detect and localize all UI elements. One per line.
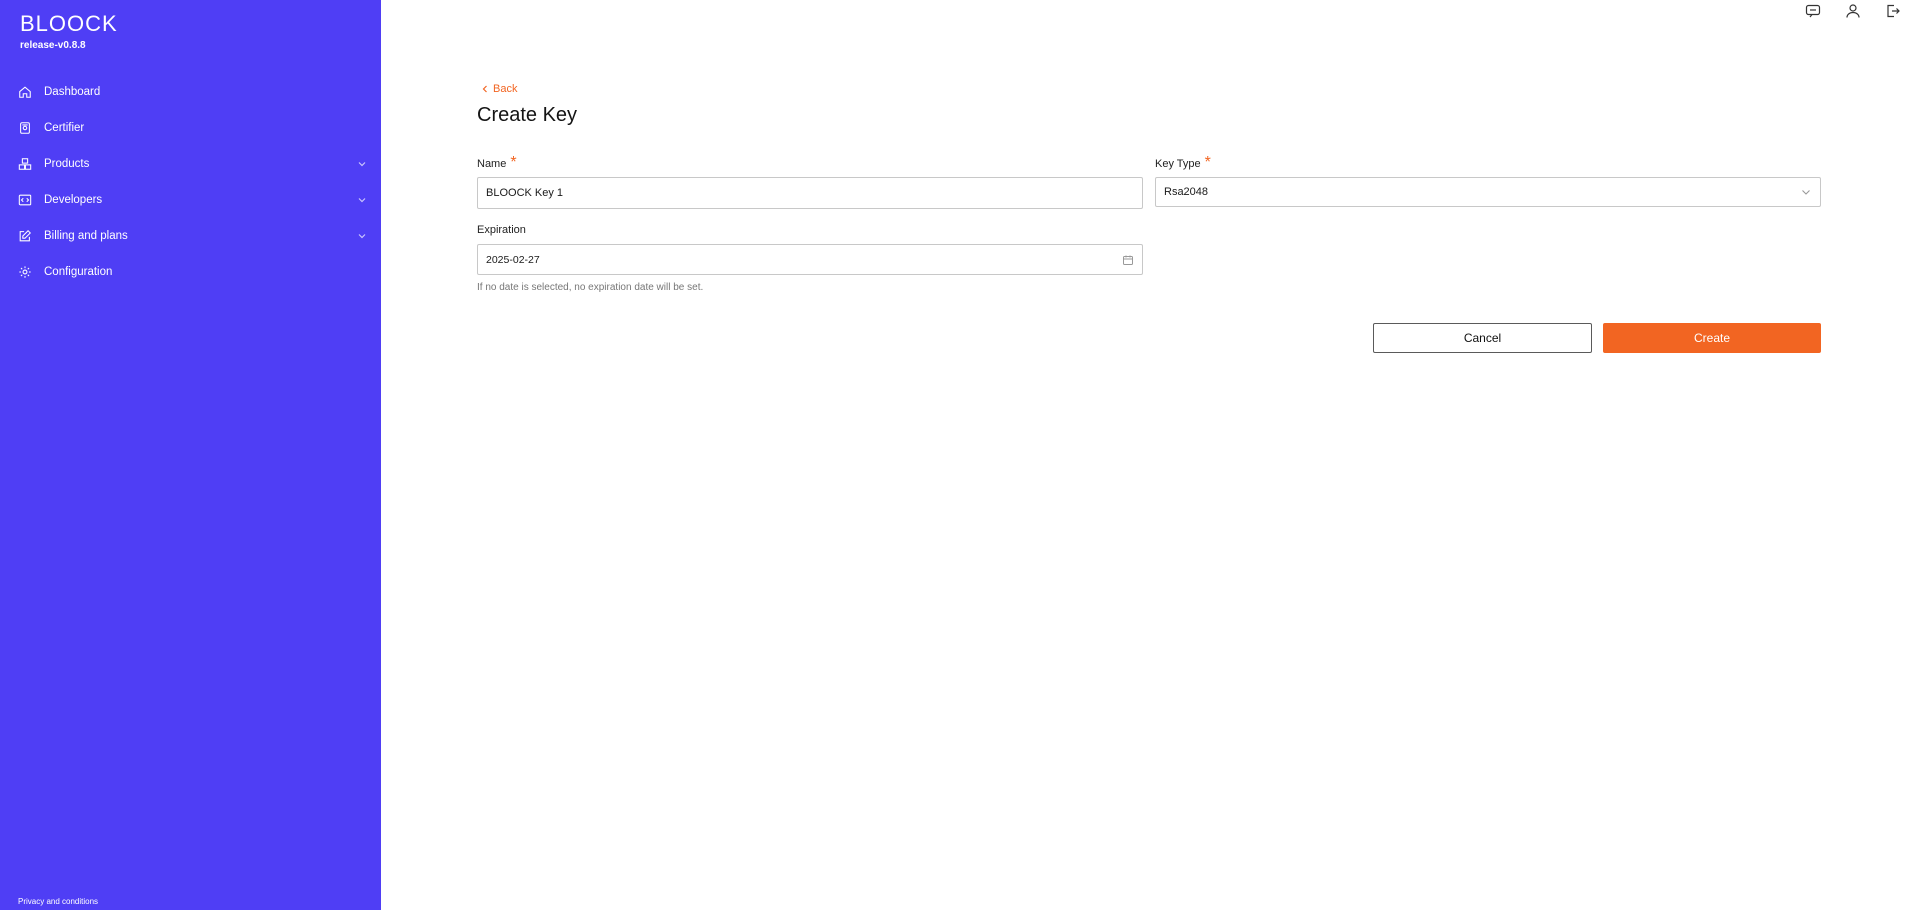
chevron-down-icon: [1800, 186, 1812, 198]
back-label: Back: [493, 83, 518, 95]
bloock-logo[interactable]: BLOOCK: [20, 12, 118, 36]
name-field-group: Name * BLOOCK Key 1: [477, 154, 1143, 209]
home-icon: [18, 85, 32, 99]
chevron-down-icon: [358, 162, 366, 167]
sidebar-item-dashboard[interactable]: Dashboard: [0, 74, 381, 110]
key-type-field-group: Key Type * Rsa2048: [1155, 154, 1821, 207]
expiration-label: Expiration: [477, 224, 526, 236]
sidebar-item-label: Products: [44, 158, 90, 170]
key-type-label: Key Type: [1155, 158, 1201, 170]
sidebar-item-products[interactable]: Products: [0, 146, 381, 182]
page-title: Create Key: [477, 104, 578, 126]
name-input-value: BLOOCK Key 1: [486, 187, 564, 199]
sidebar-nav: Dashboard Certifier Products Developers: [0, 74, 381, 290]
logout-icon[interactable]: [1884, 2, 1902, 20]
chevron-left-icon: [482, 85, 487, 93]
calendar-icon[interactable]: [1122, 254, 1134, 266]
sidebar-item-certifier[interactable]: Certifier: [0, 110, 381, 146]
user-icon[interactable]: [1844, 2, 1862, 20]
name-input[interactable]: BLOOCK Key 1: [477, 177, 1143, 209]
code-icon: [18, 193, 32, 207]
key-type-select[interactable]: Rsa2048: [1155, 177, 1821, 207]
sidebar-item-label: Developers: [44, 194, 103, 206]
key-type-select-value: Rsa2048: [1164, 186, 1209, 198]
privacy-link[interactable]: Privacy and conditions: [18, 897, 98, 906]
expiration-input-value: 2025-02-27: [486, 253, 540, 266]
required-mark: *: [1204, 154, 1211, 171]
edit-icon: [18, 229, 32, 243]
expiration-helper-text: If no date is selected, no expiration da…: [477, 282, 704, 293]
topbar-icons: [1804, 2, 1902, 20]
sidebar-item-configuration[interactable]: Configuration: [0, 254, 381, 290]
create-button[interactable]: Create: [1603, 323, 1821, 353]
sidebar: BLOOCK release-v0.8.8 Dashboard Certifie…: [0, 0, 381, 910]
sidebar-item-label: Billing and plans: [44, 230, 128, 242]
sidebar-item-label: Dashboard: [44, 86, 101, 98]
name-label: Name: [477, 158, 507, 170]
cancel-button[interactable]: Cancel: [1373, 323, 1592, 353]
required-mark: *: [510, 154, 517, 171]
main-content: Back Create Key: [477, 80, 1822, 127]
boxes-icon: [18, 157, 32, 171]
brand: BLOOCK release-v0.8.8: [20, 12, 118, 52]
expiration-field-group: Expiration 2025-02-27 If no date is sele…: [477, 220, 1143, 293]
chat-icon[interactable]: [1804, 2, 1822, 20]
sidebar-item-developers[interactable]: Developers: [0, 182, 381, 218]
expiration-date-input[interactable]: 2025-02-27: [477, 244, 1143, 275]
back-link[interactable]: Back: [481, 83, 517, 95]
sidebar-item-label: Configuration: [44, 266, 113, 278]
chevron-down-icon: [358, 198, 366, 203]
sidebar-item-label: Certifier: [44, 122, 85, 134]
chevron-down-icon: [358, 234, 366, 239]
sidebar-item-billing[interactable]: Billing and plans: [0, 218, 381, 254]
gear-icon: [18, 265, 32, 279]
document-icon: [18, 121, 32, 135]
version-label: release-v0.8.8: [20, 40, 86, 51]
